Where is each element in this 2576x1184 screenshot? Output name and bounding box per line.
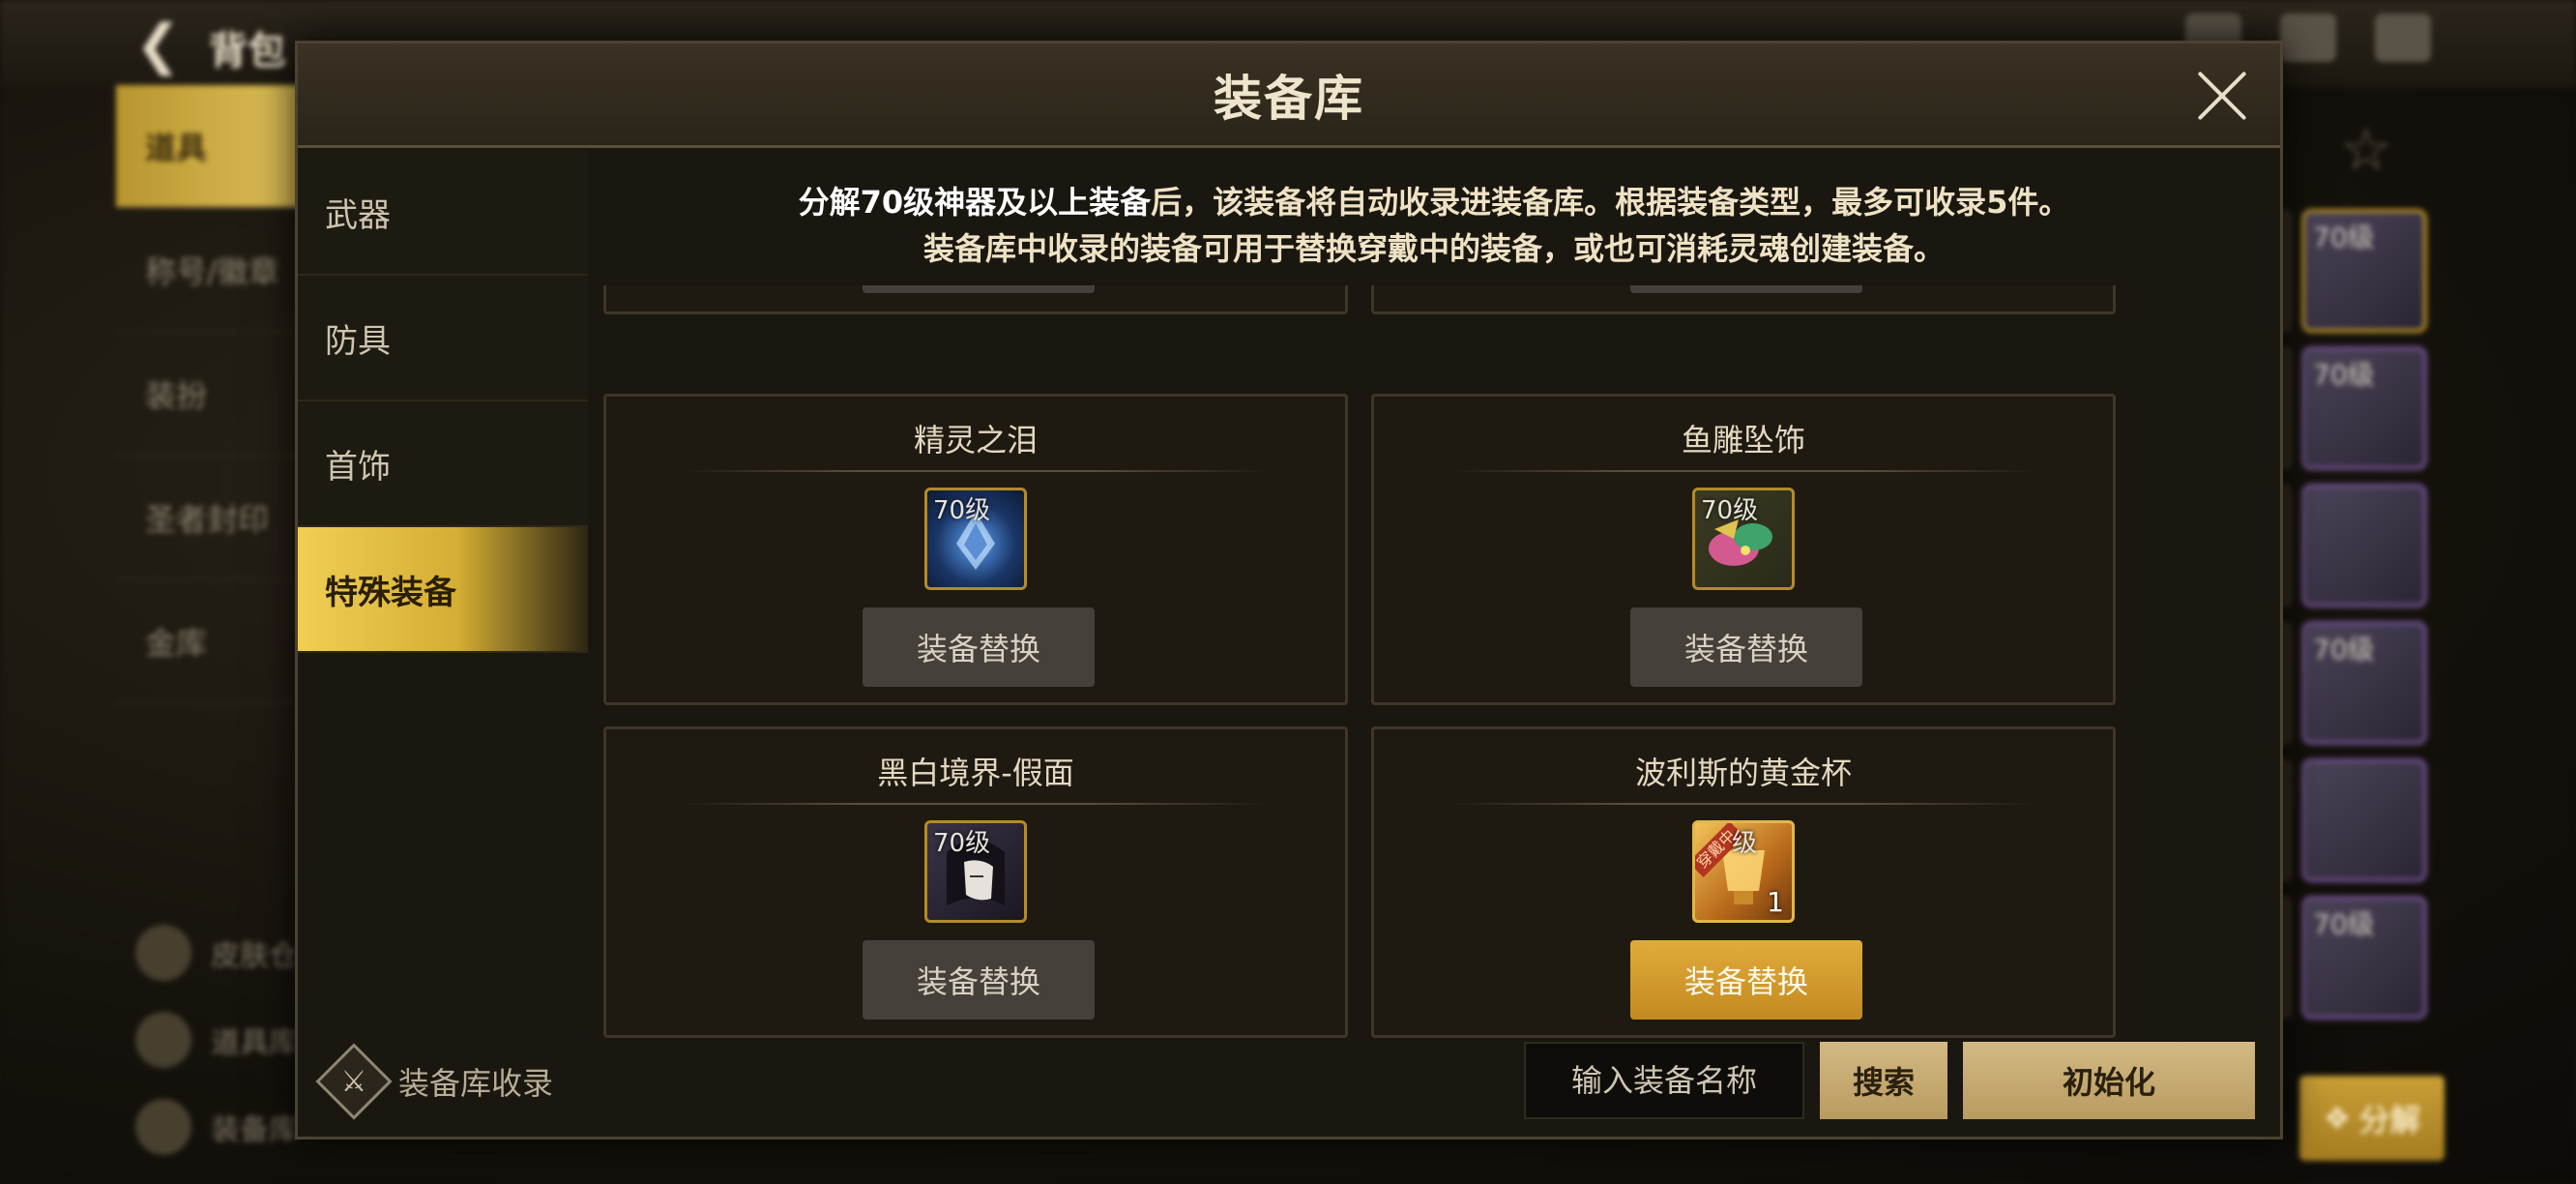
- equipment-grid[interactable]: 精灵之泪 70级 装备替换 鱼雕坠饰 70级 装备替换 黑白境界-假面 70级 …: [598, 285, 2280, 1059]
- inventory-cell: 70级: [2301, 621, 2427, 745]
- swap-equipment-button[interactable]: 装备替换: [1630, 607, 1862, 687]
- collection-button[interactable]: ⚔ 装备库收录: [315, 1043, 554, 1120]
- reset-button[interactable]: 初始化: [1963, 1042, 2255, 1119]
- search-button[interactable]: 搜索: [1820, 1042, 1947, 1119]
- tab-special-equipment[interactable]: 特殊装备: [298, 527, 588, 653]
- equipment-card-partial: [1371, 285, 2116, 314]
- bg-bottom-item: 道具库: [135, 996, 298, 1083]
- item-count: 1: [1767, 886, 1784, 918]
- background-inventory-cells: 70级 70级 70级 70级: [2301, 209, 2427, 1020]
- modal-title: 装备库: [1214, 70, 1364, 127]
- equipment-storage-icon: [135, 1099, 191, 1155]
- category-tabs: 武器 防具 首饰 特殊装备: [298, 150, 588, 653]
- background-title: 背包: [209, 29, 286, 74]
- bg-nav-item: 道具: [116, 85, 309, 209]
- equipment-name: 黑白境界-假面: [877, 755, 1074, 791]
- inventory-cell: 70级: [2301, 209, 2427, 333]
- favorite-star-icon: ☆: [2340, 116, 2392, 184]
- background-left-nav: 道具 称号/徽章 装扮 圣者封印 金库: [116, 85, 309, 714]
- decompose-icon: ❖: [2323, 1100, 2352, 1137]
- swap-equipment-button[interactable]: 装备替换: [863, 607, 1095, 687]
- tab-weapon[interactable]: 武器: [298, 150, 588, 276]
- equipment-search-input[interactable]: [1524, 1042, 1804, 1119]
- mail-icon: [2280, 14, 2336, 62]
- swap-button-partial: [863, 285, 1095, 293]
- item-level: 70级: [933, 829, 991, 858]
- item-storage-icon: [135, 1012, 191, 1068]
- notice-text: 后，该装备将自动收录进装备库。根据装备类型，最多可收录5件。: [1151, 184, 2070, 221]
- equipment-name: 鱼雕坠饰: [1681, 422, 1805, 459]
- item-level: 70级: [1701, 496, 1759, 525]
- skin-icon: [135, 925, 191, 981]
- equipment-card: 黑白境界-假面 70级 装备替换: [603, 726, 1348, 1038]
- swap-equipment-button[interactable]: 装备替换: [863, 940, 1095, 1020]
- notice-line-2: 装备库中收录的装备可用于替换穿戴中的装备，或也可消耗灵魂创建装备。: [922, 230, 1945, 267]
- divider: [1451, 470, 2035, 472]
- inventory-cell: [2301, 758, 2427, 882]
- modal-header: 装备库: [298, 44, 2280, 148]
- collection-label: 装备库收录: [398, 1065, 554, 1102]
- bg-nav-item: 称号/徽章: [116, 209, 309, 333]
- divider: [684, 803, 1268, 805]
- info-notice: 分解70级神器及以上装备后，该装备将自动收录进装备库。根据装备类型，最多可收录5…: [598, 179, 2270, 272]
- equipment-name: 波利斯的黄金杯: [1634, 755, 1852, 791]
- close-icon[interactable]: [2193, 67, 2251, 125]
- crossed-swords-icon: ⚔: [315, 1043, 393, 1120]
- divider: [684, 470, 1268, 472]
- equipment-card: 鱼雕坠饰 70级 装备替换: [1371, 394, 2116, 705]
- bg-nav-item: 金库: [116, 580, 309, 704]
- inventory-cell: 70级: [2301, 896, 2427, 1020]
- golden-cup-icon[interactable]: 穿戴中 级 1: [1692, 820, 1795, 923]
- mask-icon[interactable]: 70级: [924, 820, 1027, 923]
- teardrop-gem-icon[interactable]: 70级: [924, 488, 1027, 590]
- bg-bottom-item: 皮肤仓: [135, 909, 298, 996]
- bg-nav-item: 装扮: [116, 333, 309, 457]
- notice-line-1: 分解70级神器及以上装备后，该装备将自动收录进装备库。根据装备类型，最多可收录5…: [598, 179, 2270, 225]
- back-arrow-icon: ❮: [135, 14, 181, 76]
- equipment-name: 精灵之泪: [913, 422, 1038, 459]
- search-bar: 搜索 初始化: [1524, 1042, 2255, 1119]
- decompose-button: ❖ 分解: [2299, 1076, 2444, 1161]
- item-level: 级: [1732, 829, 1758, 858]
- equipment-card: 波利斯的黄金杯 穿戴中 级 1 装备替换: [1371, 726, 2116, 1038]
- equipment-storage-modal: 装备库 武器 防具 首饰 特殊装备 ⚔ 装备库收录 分解70级神器及以上装备后，…: [295, 41, 2283, 1140]
- item-level: 70级: [933, 496, 991, 525]
- bg-bottom-item: 装备库: [135, 1083, 298, 1170]
- chat-icon: [2375, 14, 2431, 62]
- tab-armor[interactable]: 防具: [298, 276, 588, 401]
- inventory-cell: [2301, 484, 2427, 607]
- fish-pendant-icon[interactable]: 70级: [1692, 488, 1795, 590]
- tab-accessory[interactable]: 首饰: [298, 401, 588, 527]
- bg-nav-item: 圣者封印: [116, 457, 309, 580]
- equipment-card: 精灵之泪 70级 装备替换: [603, 394, 1348, 705]
- swap-button-partial: [1630, 285, 1862, 293]
- notice-highlight: 分解70级神器及以上装备: [798, 184, 1152, 221]
- inventory-cell: 70级: [2301, 346, 2427, 470]
- divider: [1451, 803, 2035, 805]
- swap-equipment-button[interactable]: 装备替换: [1630, 940, 1862, 1020]
- equipment-card-partial: [603, 285, 1348, 314]
- background-bottom-nav: 皮肤仓 道具库 装备库: [135, 909, 298, 1170]
